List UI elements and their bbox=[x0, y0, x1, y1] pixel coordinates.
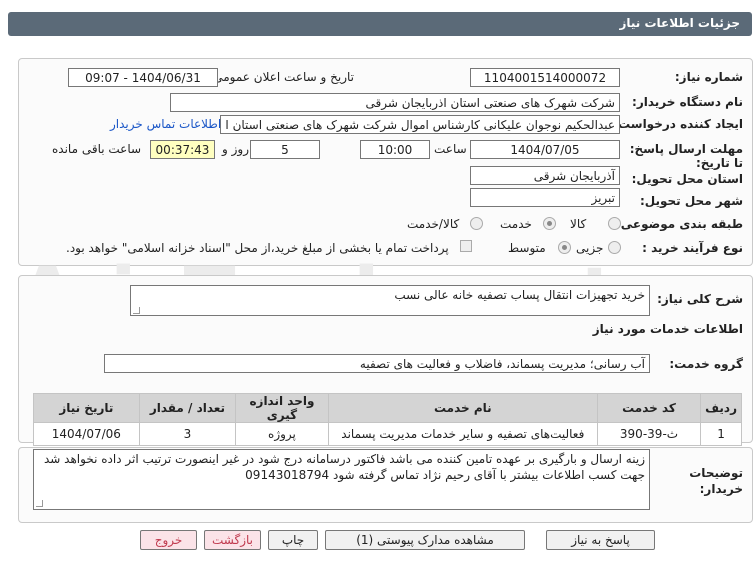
services-section-header: اطلاعات خدمات مورد نیاز bbox=[592, 322, 743, 336]
col-service-name: نام خدمت bbox=[327, 393, 598, 423]
request-creator-label: ایجاد کننده درخواست: bbox=[613, 117, 743, 131]
days-label: روز و bbox=[222, 142, 249, 156]
category-radio-goods-service[interactable] bbox=[470, 217, 483, 230]
general-desc-label: شرح کلی نیاز: bbox=[657, 292, 743, 306]
category-option-goods-service: کالا/خدمت bbox=[407, 217, 460, 231]
col-row-number: ردیف bbox=[700, 393, 742, 423]
view-attachments-button[interactable]: مشاهده مدارک پیوستی (1) bbox=[325, 530, 525, 550]
col-need-date: تاریخ نیاز bbox=[33, 393, 140, 423]
category-radio-service[interactable] bbox=[543, 217, 556, 230]
need-number-label: شماره نیاز: bbox=[674, 70, 743, 84]
buyer-org-field: شرکت شهرک های صنعتی استان اذربایجان شرقی bbox=[170, 93, 620, 112]
purchase-radio-medium[interactable] bbox=[558, 241, 571, 254]
treasury-payment-checkbox[interactable] bbox=[460, 240, 472, 252]
service-group-label: گروه خدمت: bbox=[669, 357, 743, 371]
reply-time-field: 10:00 bbox=[360, 140, 430, 159]
reply-time-label: ساعت bbox=[434, 142, 467, 156]
print-button[interactable]: چاپ bbox=[268, 530, 318, 550]
window-title: جزئیات اطلاعات نیاز bbox=[619, 16, 740, 30]
table-row: 1 ث-39-390 فعالیت‌های تصفیه و سایر خدمات… bbox=[33, 422, 742, 446]
purchase-type-label: نوع فرآیند خرید : bbox=[642, 241, 743, 255]
purchase-option-minor: جزیی bbox=[576, 241, 604, 255]
category-option-service: خدمت bbox=[500, 217, 532, 231]
back-button[interactable]: بازگشت bbox=[204, 530, 261, 550]
general-desc-field: خرید تجهیزات انتقال پساب تصفیه خانه عالی… bbox=[130, 285, 650, 316]
services-table: ردیف کد خدمت نام خدمت واحد اندازه گیری ت… bbox=[33, 393, 742, 446]
cell-need-date: 1404/07/06 bbox=[33, 422, 140, 446]
purchase-radio-minor[interactable] bbox=[608, 241, 621, 254]
cell-service-code: ث-39-390 bbox=[596, 422, 702, 446]
table-header-row: ردیف کد خدمت نام خدمت واحد اندازه گیری ت… bbox=[33, 393, 742, 423]
category-label: طبقه بندی موضوعی: bbox=[615, 217, 743, 231]
delivery-city-label: شهر محل تحویل: bbox=[639, 194, 743, 208]
resize-handle-icon[interactable] bbox=[133, 307, 140, 314]
delivery-city-field: تبریز bbox=[470, 188, 620, 207]
notes-resize-handle-icon[interactable] bbox=[36, 500, 43, 507]
buyer-contact-link[interactable]: اطلاعات تماس خریدار bbox=[110, 117, 221, 131]
announce-datetime-label: تاریخ و ساعت اعلان عمومی: bbox=[209, 70, 354, 84]
cell-service-name: فعالیت‌های تصفیه و سایر خدمات مدیریت پسم… bbox=[327, 422, 598, 446]
cell-row-number: 1 bbox=[700, 422, 742, 446]
need-number-field: 1104001514000072 bbox=[470, 68, 620, 87]
days-field: 5 bbox=[250, 140, 320, 159]
title-bar-background: جزئیات اطلاعات نیاز bbox=[8, 12, 752, 36]
category-radio-goods[interactable] bbox=[608, 217, 621, 230]
cell-unit: پروژه bbox=[235, 422, 329, 446]
reply-deadline-label: مهلت ارسال پاسخ: تا تاریخ: bbox=[629, 142, 743, 170]
buyer-notes-field: زینه ارسال و بارگیری بر عهده تامین کننده… bbox=[33, 449, 650, 510]
remaining-time-field: 00:37:43 bbox=[150, 140, 215, 159]
buyer-notes-label: توضیحات خریدار: bbox=[689, 466, 743, 496]
col-unit: واحد اندازه گیری bbox=[235, 393, 329, 423]
service-group-field: آب رسانی؛ مدیریت پسماند، فاضلاب و فعالیت… bbox=[104, 354, 650, 373]
reply-date-field: 1404/07/05 bbox=[470, 140, 620, 159]
buyer-notes-line-2: جهت کسب اطلاعات بیشتر با آقای رحیم نژاد … bbox=[245, 468, 645, 482]
col-service-code: کد خدمت bbox=[596, 393, 702, 423]
announce-datetime-field: 1404/06/31 - 09:07 bbox=[68, 68, 218, 87]
delivery-province-label: استان محل تحویل: bbox=[631, 172, 743, 186]
purchase-option-medium: متوسط bbox=[508, 241, 546, 255]
remaining-time-label: ساعت باقی مانده bbox=[52, 142, 142, 156]
window-title-bar: جزئیات اطلاعات نیاز bbox=[0, 0, 755, 44]
cell-quantity: 3 bbox=[138, 422, 237, 446]
category-option-goods: کالا bbox=[570, 217, 587, 231]
col-quantity: تعداد / مقدار bbox=[138, 393, 237, 423]
request-creator-field: عبدالحکیم نوجوان علیکانی کارشناس اموال ش… bbox=[220, 115, 620, 134]
treasury-payment-note: پرداخت تمام یا بخشی از مبلغ خرید،از محل … bbox=[66, 241, 449, 255]
buyer-org-label: نام دستگاه خریدار: bbox=[632, 95, 743, 109]
reply-button[interactable]: پاسخ به نیاز bbox=[546, 530, 655, 550]
delivery-province-field: آذربایجان شرقی bbox=[470, 166, 620, 185]
buyer-notes-line-1: زینه ارسال و بارگیری بر عهده تامین کننده… bbox=[44, 452, 645, 466]
exit-button[interactable]: خروج bbox=[140, 530, 197, 550]
